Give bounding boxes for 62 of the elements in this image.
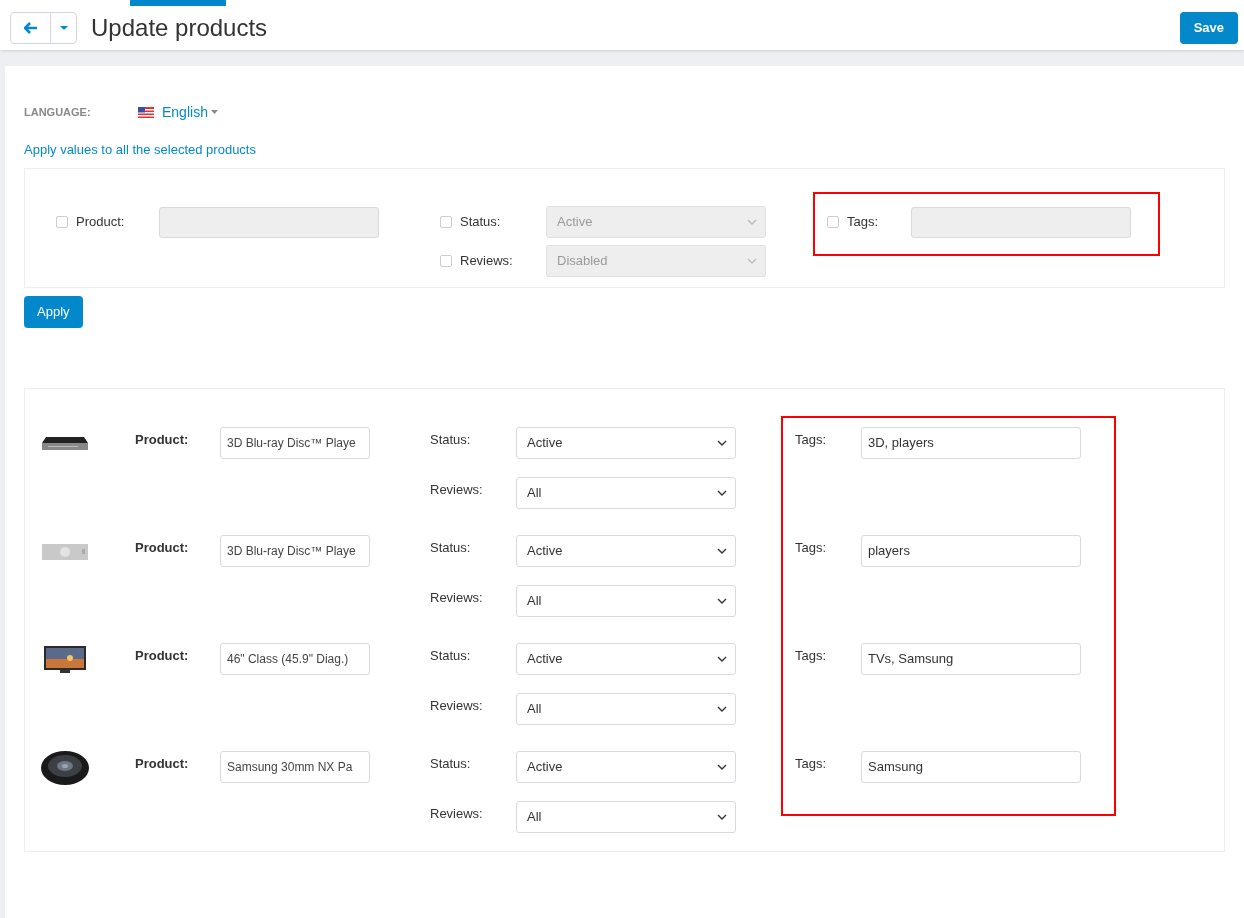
checkbox[interactable] [440,255,452,267]
field-label: Tags: [795,646,828,665]
language-dropdown[interactable]: English [162,101,218,123]
chevron-icon [747,219,757,225]
language-label: LANGUAGE: [24,104,92,120]
field-label: Tags: [795,430,828,449]
caret-icon [210,110,218,114]
apply-button[interactable]: Apply [24,295,83,328]
checkbox[interactable] [440,216,452,228]
chevron-icon [717,705,727,712]
field-label: Status: [430,538,472,557]
field-label: Reviews: [430,588,484,607]
chevron-icon [717,439,727,446]
input-field[interactable]: Samsung [861,750,1081,783]
checkbox[interactable] [56,216,68,228]
chevron-icon [747,258,757,264]
save-button[interactable]: Save [1179,12,1238,44]
field-label: Reviews: [430,480,484,499]
select-field[interactable]: All [516,800,736,833]
select-field[interactable]: All [516,692,736,725]
chevron-icon [717,763,727,770]
input-field[interactable]: 46" Class (45.9" Diag.) [220,642,370,675]
apply-values-link[interactable]: Apply values to all the selected products [24,140,1225,160]
input-field[interactable]: Samsung 30mm NX Pa [220,750,370,783]
input-field[interactable]: 3D, players [861,426,1081,459]
chevron-icon [717,597,727,604]
field-label: Status: [430,646,472,665]
select-field[interactable]: All [516,584,736,617]
select-field[interactable]: Active [516,534,736,567]
input-field[interactable]: TVs, Samsung [861,642,1081,675]
chevron-icon [717,813,727,820]
field-label: Product: [135,646,190,665]
field-label: Product: [135,754,190,773]
chevron-icon [717,547,727,554]
caret-icon [59,26,68,30]
flag-icon [138,106,154,118]
field-label: Tags: [795,754,828,773]
field-label: Product: [76,213,126,232]
field-label: Tags: [795,538,828,557]
chevron-icon [717,655,727,662]
field-label: Status: [430,754,472,773]
input-field[interactable]: 3D Blu-ray Disc™ Playe [220,534,370,567]
chevron-icon [717,489,727,496]
field-label: Product: [135,538,190,557]
field-label: Reviews: [430,696,484,715]
select-field[interactable]: Active [516,426,736,459]
field-label: Tags: [847,213,880,232]
input-field[interactable]: 3D Blu-ray Disc™ Playe [220,426,370,459]
field-label: Reviews: [430,804,484,823]
field-label: Product: [135,430,190,449]
back-arrow-icon [23,22,38,34]
input-field[interactable] [911,206,1131,238]
input-field[interactable] [159,206,379,238]
field-label: Reviews: [460,252,514,271]
select-field[interactable]: Active [516,750,736,783]
select-field[interactable]: All [516,476,736,509]
select-field[interactable]: Active [516,642,736,675]
field-label: Status: [430,430,472,449]
input-field[interactable]: players [861,534,1081,567]
field-label: Status: [460,213,502,232]
page-title: Update products [91,13,268,43]
checkbox[interactable] [827,216,839,228]
